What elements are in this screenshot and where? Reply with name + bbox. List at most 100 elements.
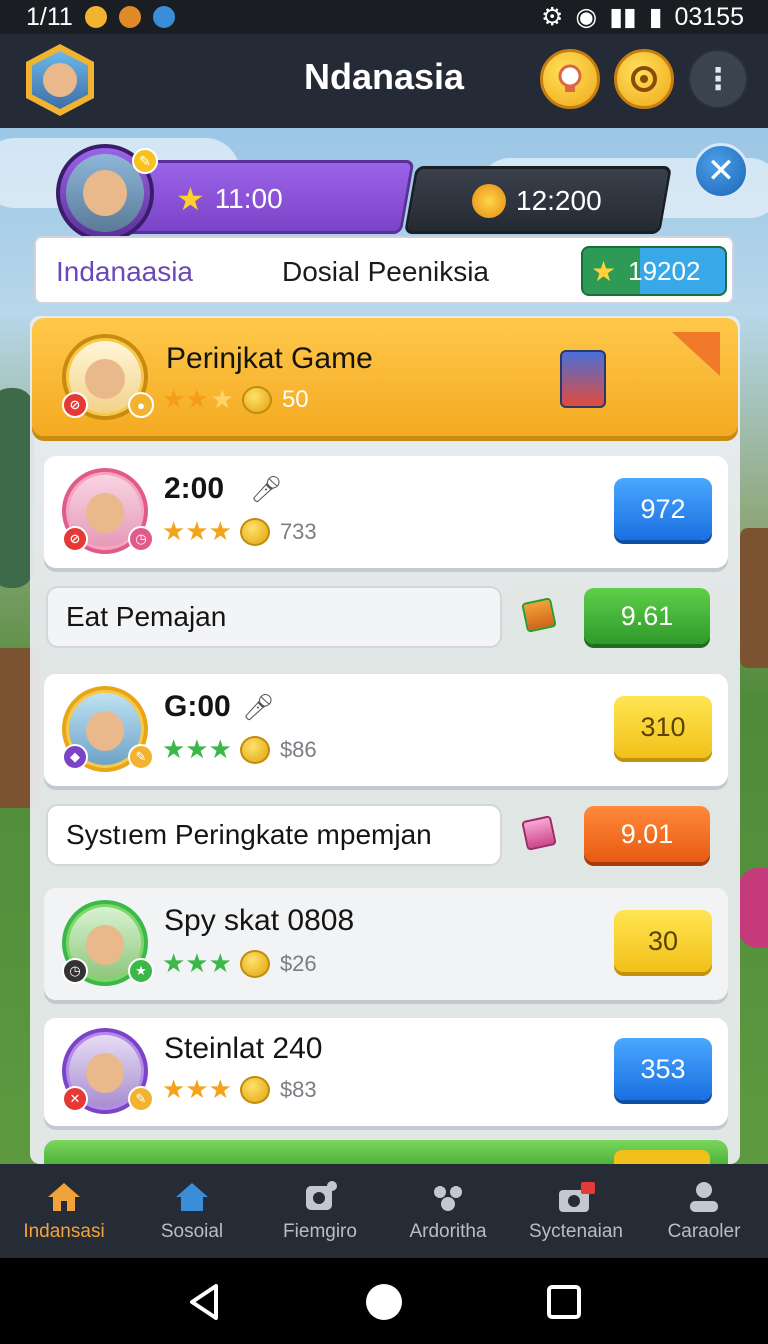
status-time: 1/11: [26, 2, 73, 31]
profile-notification-icon: [152, 6, 175, 28]
nav-item-syctenaian[interactable]: Syctenaian: [512, 1164, 640, 1258]
settings-status-icon: ⚙: [540, 3, 564, 31]
coin-icon: [239, 949, 270, 978]
timer-icon: ◷: [128, 526, 154, 552]
back-icon: [190, 1284, 218, 1320]
no-icon: ⊘: [62, 392, 88, 418]
home-icon: [173, 1179, 211, 1215]
recents-icon: [547, 1285, 581, 1319]
nav-item-fiemgiro[interactable]: Fiemgiro: [256, 1164, 384, 1258]
gear-coin-icon: [472, 184, 506, 218]
leaderboard-row[interactable]: ⊘ ◷ 2:00 🎤︎ ★★★ 733 972: [44, 456, 728, 568]
close-badge-icon: ✕: [62, 1086, 88, 1112]
edit-icon: ✎: [128, 1086, 154, 1112]
star-badge-icon: ★: [128, 958, 154, 984]
tab-dosial[interactable]: Dosial Peeniksia: [282, 256, 489, 288]
nav-item-indansasi[interactable]: Indansasi: [0, 1164, 128, 1258]
row-name: Steinlat 240: [164, 1032, 323, 1065]
cookie-icon: [118, 6, 141, 28]
row-name: 2:00: [164, 472, 225, 505]
tab-indanaasia[interactable]: Indanaasia: [56, 256, 193, 288]
status-bar: 1/11 ⚙ ◉ ▮▮ ▮ 03155: [0, 0, 768, 34]
app-bar: Ndanasia ⋮: [0, 34, 768, 128]
lock-icon: ●: [128, 392, 154, 418]
row-name: Spy skat 0808: [164, 904, 355, 937]
ranking-tabbar: Indanaasia Dosial Peeniksia ★ 19202: [34, 236, 734, 304]
back-button[interactable]: [182, 1280, 226, 1324]
coin-icon: [241, 385, 272, 414]
gear-icon: [301, 1179, 339, 1215]
row-sub: $86: [279, 736, 317, 762]
cube-icon: [521, 597, 557, 633]
microphone-icon: 🎤︎: [250, 474, 284, 504]
system-navigation-bar: [0, 1258, 768, 1344]
home-button[interactable]: [362, 1280, 406, 1324]
row-name: Perinjkat Game: [166, 342, 373, 375]
nav-item-caraoler[interactable]: Caraoler: [640, 1164, 768, 1258]
leaderboard-row[interactable]: ◷ ★ Spy skat 0808 ★★★ $26 30: [44, 888, 728, 1000]
star-icon: ★: [210, 384, 234, 414]
trophy-icon: [558, 64, 582, 92]
row-sub: $26: [279, 950, 317, 976]
no-icon: ⊘: [62, 526, 88, 552]
avatar: ◷ ★: [62, 900, 154, 986]
avatar: ⊘ ●: [62, 334, 154, 420]
avatar: ⊘ ◷: [62, 468, 154, 554]
value-button[interactable]: 972: [614, 478, 712, 540]
star-icon: ★★★: [162, 948, 232, 978]
star-icon: ★: [176, 181, 205, 217]
leaderboard-row[interactable]: ✕ ✎ Steinlat 240 ★★★ $83 353: [44, 1018, 728, 1126]
people-icon: [429, 1179, 467, 1215]
row-name: G:00: [164, 690, 231, 723]
status-clock: 03155: [674, 2, 744, 31]
value-button[interactable]: 9.61: [584, 588, 710, 644]
coin-icon: [239, 517, 270, 546]
star-balance: 11:00: [214, 183, 283, 214]
notification-icon: [84, 6, 107, 28]
nav-item-ardoritha[interactable]: Ardoritha: [384, 1164, 512, 1258]
score-pill: ★ 19202: [581, 246, 727, 296]
value-button[interactable]: 9.01: [584, 806, 710, 862]
leaderboard-row[interactable]: ◆ ✎ G:00 🎤︎ ★★★ $86 310: [44, 674, 728, 786]
recents-button[interactable]: [542, 1280, 586, 1324]
wifi-icon: ◉: [575, 3, 598, 31]
nav-item-sosoial[interactable]: Sosoial: [128, 1164, 256, 1258]
home-circle-icon: [366, 1284, 402, 1320]
home-icon: [45, 1179, 83, 1215]
edit-icon[interactable]: ✎: [132, 148, 158, 174]
timer-icon: ◷: [62, 958, 88, 984]
coin-icon: [239, 1075, 270, 1104]
more-menu-button[interactable]: ⋮: [688, 49, 748, 109]
leaderboard-row-featured[interactable]: ⊘ ● Perinjkat Game ★★ ★ 50: [32, 318, 738, 436]
bottom-navigation: Indansasi Sosoial Fiemgiro Ardoritha Syc…: [0, 1164, 768, 1258]
ribbon-corner-icon: [672, 332, 720, 376]
gear-shop-button[interactable]: [614, 49, 674, 109]
value-button[interactable]: 30: [614, 910, 712, 972]
camera-icon: [557, 1179, 595, 1215]
star-icon: ★★: [162, 384, 209, 414]
star-icon: ★: [591, 255, 617, 287]
score-value: 19202: [628, 255, 701, 286]
star-icon: ★★★: [162, 734, 232, 764]
close-button[interactable]: ✕: [693, 143, 749, 199]
trophy-button[interactable]: [540, 49, 600, 109]
gear-icon: [631, 66, 657, 92]
microphone-icon: 🎤︎: [242, 692, 276, 722]
close-icon: ✕: [706, 152, 736, 190]
star-icon: ★★★: [162, 516, 232, 546]
row-sub: $83: [279, 1076, 317, 1102]
row-sub: 733: [279, 518, 317, 544]
gift-box-icon: [560, 350, 606, 408]
value-button-partial[interactable]: [614, 1150, 710, 1164]
bar-row[interactable]: Systıem Peringkate mpemjan: [46, 804, 502, 866]
bar-row[interactable]: Eat Pemajan: [46, 586, 502, 648]
cube-icon: [521, 815, 557, 851]
player-avatar[interactable]: ✎: [56, 144, 158, 242]
battery-icon: ▮: [648, 3, 663, 31]
value-button[interactable]: 353: [614, 1038, 712, 1100]
gear-balance: 12:200: [516, 185, 602, 216]
row-sub: 50: [281, 385, 309, 413]
value-button[interactable]: 310: [614, 696, 712, 758]
person-icon: [685, 1179, 723, 1215]
shield-icon: ◆: [62, 744, 88, 770]
